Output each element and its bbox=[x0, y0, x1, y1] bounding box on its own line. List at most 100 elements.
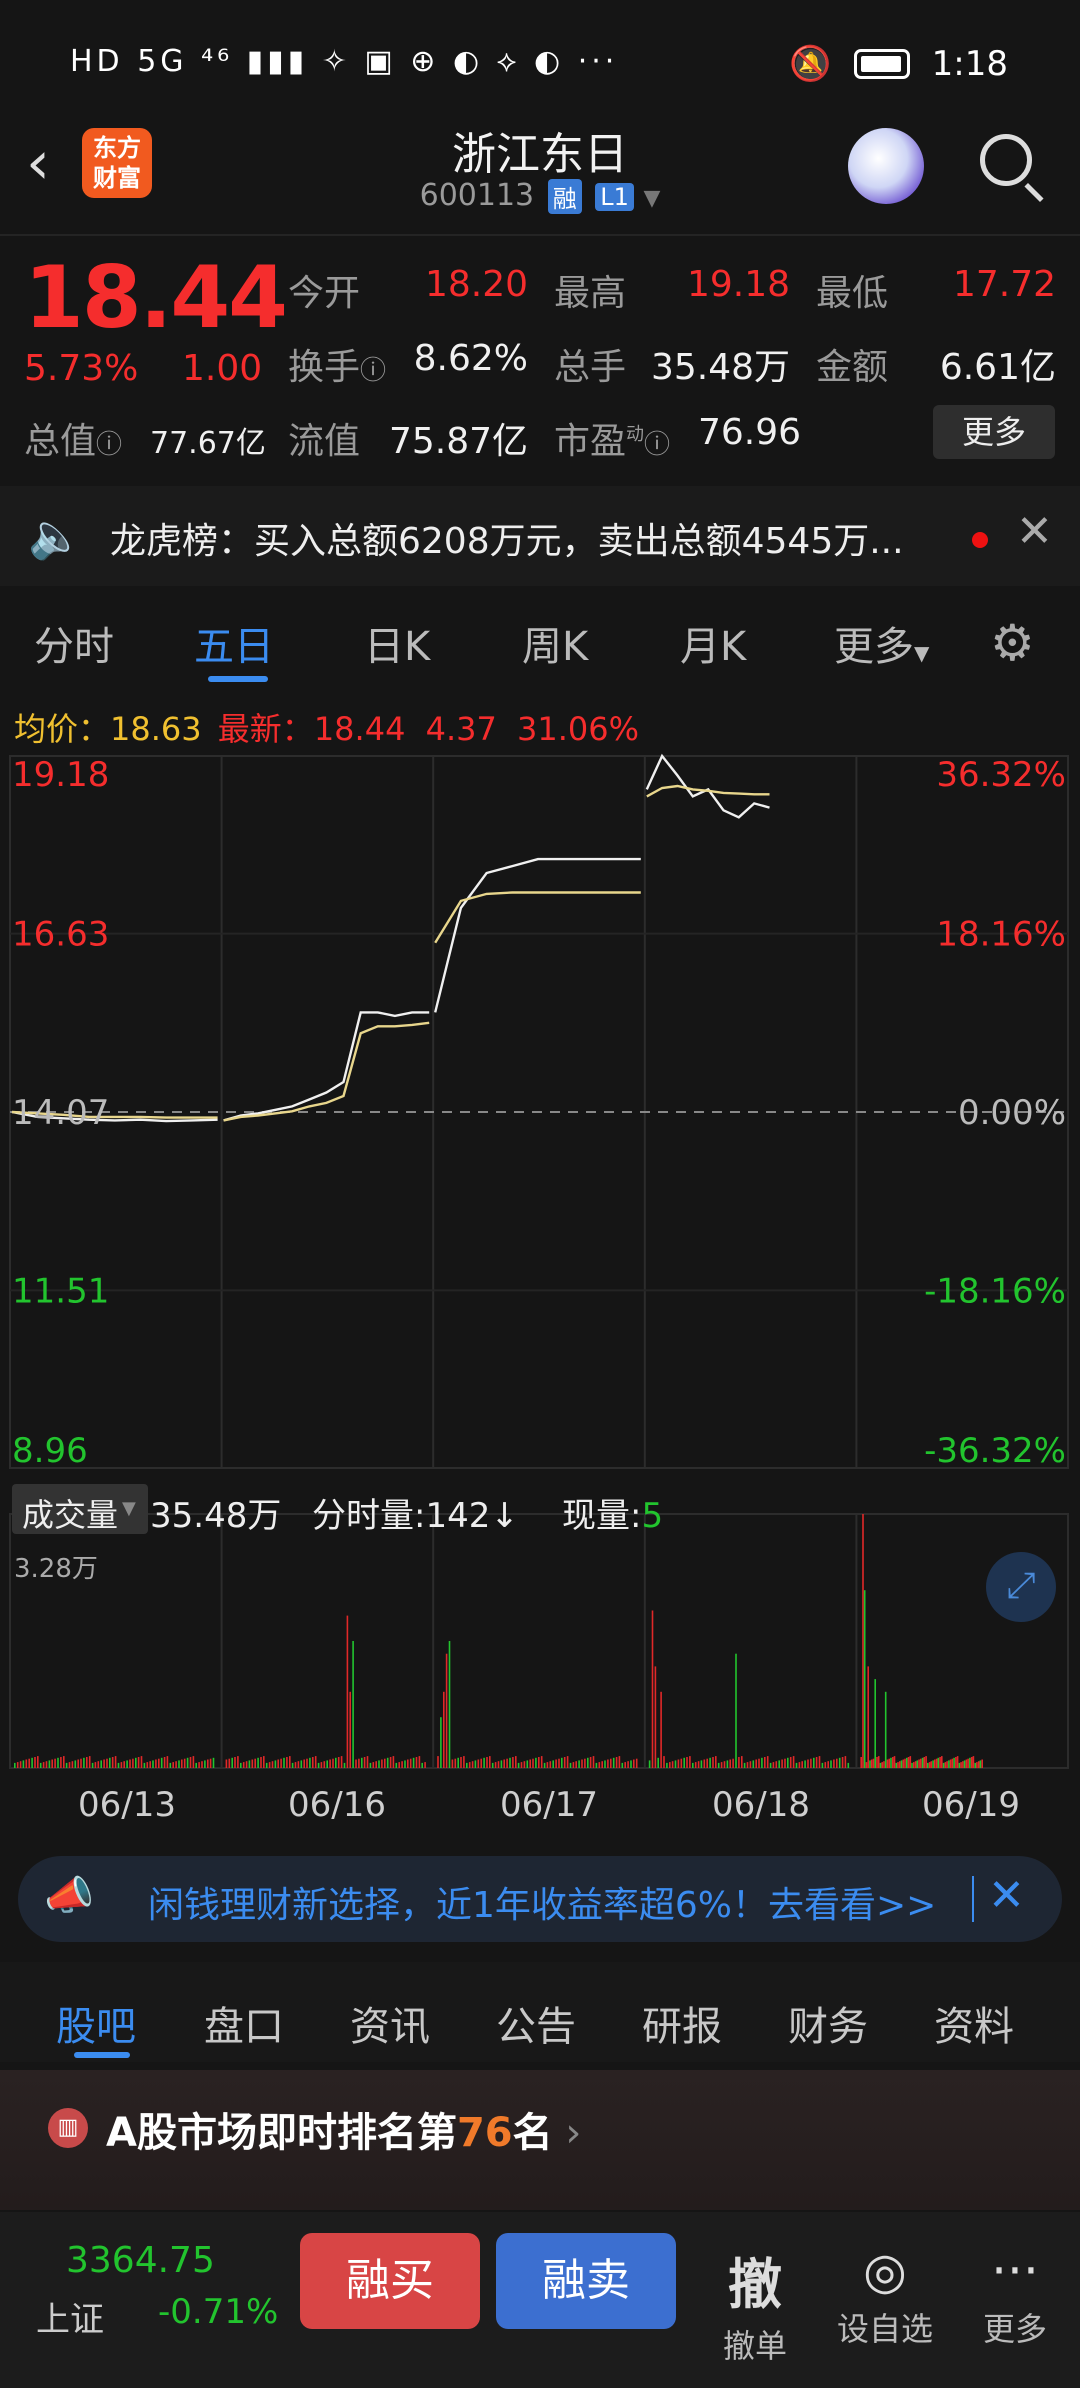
volume-bar bbox=[881, 1762, 883, 1768]
volume-bar bbox=[195, 1762, 197, 1768]
volume-bar bbox=[240, 1762, 242, 1768]
volume-bar bbox=[520, 1762, 523, 1768]
tab-intraday[interactable]: 分时 bbox=[34, 614, 114, 672]
tab-more[interactable]: 更多▼ bbox=[834, 614, 929, 672]
volume-bar bbox=[674, 1760, 677, 1768]
date-label: 06/17 bbox=[500, 1785, 598, 1825]
volume-bar bbox=[869, 1760, 871, 1768]
expand-icon[interactable]: ⤢ bbox=[986, 1552, 1056, 1622]
margin-sell-button[interactable]: 融卖 bbox=[496, 2233, 676, 2329]
tab-finance[interactable]: 财务 bbox=[788, 1994, 868, 2052]
volume-bar bbox=[132, 1758, 134, 1768]
volume-bar bbox=[789, 1757, 792, 1768]
date-label: 06/18 bbox=[712, 1785, 810, 1825]
volume-bar bbox=[149, 1761, 151, 1768]
volume-bar bbox=[572, 1762, 575, 1768]
volume-bar bbox=[86, 1757, 88, 1768]
volume-bar bbox=[872, 1758, 875, 1768]
volume-bar bbox=[372, 1762, 375, 1768]
volume-bar bbox=[669, 1762, 671, 1768]
chart-tabs: 分时 五日 日K 周K 月K 更多▼ ⚙ bbox=[0, 600, 1080, 682]
volume-bar bbox=[378, 1760, 380, 1768]
volume-bar bbox=[51, 1759, 53, 1768]
promo-banner[interactable]: 📣 闲钱理财新选择，近1年收益率超6%！去看看>> ✕ bbox=[18, 1856, 1062, 1942]
tab-daily-k[interactable]: 日K bbox=[364, 614, 430, 672]
volume-bar bbox=[563, 1757, 566, 1768]
volume-bar bbox=[906, 1757, 908, 1768]
volume-bar bbox=[483, 1757, 485, 1768]
cancel-order-button[interactable]: 撤 撤单 bbox=[700, 2240, 810, 2367]
assistant-robot-icon[interactable] bbox=[848, 128, 924, 204]
volume-bar bbox=[566, 1756, 569, 1768]
battery-icon bbox=[853, 49, 910, 79]
volume-bar bbox=[743, 1762, 746, 1768]
volume-selector[interactable]: 成交量 ▼ bbox=[12, 1484, 148, 1534]
volume-bar bbox=[706, 1758, 708, 1768]
tab-pankou[interactable]: 盘口 bbox=[204, 1994, 284, 2052]
volume-bar bbox=[74, 1760, 77, 1768]
volume-bar bbox=[466, 1762, 468, 1768]
volume-bar bbox=[709, 1757, 711, 1768]
volume-bar bbox=[630, 1760, 632, 1768]
volume-value: 35.48万 bbox=[650, 347, 790, 388]
notice-bar[interactable]: 🔈 龙虎榜：买入总额6208万元，卖出总额4545万... ✕ bbox=[0, 486, 1080, 586]
volume-bar bbox=[558, 1758, 560, 1768]
volume-bar bbox=[480, 1758, 482, 1768]
volume-bar bbox=[746, 1762, 749, 1768]
volume-bar bbox=[45, 1761, 48, 1768]
amount-value: 6.61亿 bbox=[939, 347, 1056, 388]
volume-bar bbox=[91, 1762, 94, 1768]
volume-bar bbox=[515, 1756, 517, 1768]
volume-bar bbox=[689, 1756, 691, 1768]
close-icon[interactable]: ✕ bbox=[1016, 506, 1053, 557]
close-icon[interactable]: ✕ bbox=[988, 1870, 1025, 1921]
tab-guba[interactable]: 股吧 bbox=[56, 1994, 136, 2052]
volume-bar bbox=[928, 1762, 931, 1768]
tab-research[interactable]: 研报 bbox=[642, 1994, 722, 2052]
tab-profile[interactable]: 资料 bbox=[934, 1994, 1014, 2052]
volume-bar bbox=[263, 1756, 265, 1768]
add-favorite-button[interactable]: ◎ 设自选 bbox=[830, 2240, 940, 2350]
volume-bar bbox=[810, 1758, 812, 1768]
volume-bar bbox=[538, 1757, 540, 1768]
volume-bar bbox=[320, 1762, 323, 1768]
volume-bar bbox=[635, 1758, 638, 1768]
volume-bar bbox=[552, 1760, 554, 1768]
volume-bar bbox=[37, 1756, 39, 1768]
volume-bar bbox=[123, 1761, 125, 1768]
volume-bar bbox=[951, 1758, 954, 1768]
volume-bar bbox=[944, 1762, 947, 1768]
volume-bar bbox=[407, 1759, 409, 1768]
volume-bar bbox=[592, 1756, 595, 1768]
open-label: 今开 bbox=[288, 273, 361, 314]
active-tab-indicator bbox=[208, 676, 268, 682]
last-price: 18.44 bbox=[24, 248, 288, 348]
volume-bar bbox=[907, 1757, 910, 1768]
volume-bar bbox=[198, 1762, 200, 1768]
tab-news[interactable]: 资讯 bbox=[350, 1994, 430, 2052]
volume-bar bbox=[135, 1757, 137, 1768]
price-chart[interactable]: 19.18 36.32% 16.63 18.16% 14.07 0.00% 11.51 -18… bbox=[0, 750, 1080, 1785]
volume-bar bbox=[807, 1759, 809, 1768]
volume-bar bbox=[418, 1756, 421, 1768]
volume-bar bbox=[772, 1762, 775, 1768]
tab-five-day[interactable]: 五日 bbox=[194, 614, 274, 672]
tab-weekly-k[interactable]: 周K bbox=[522, 614, 588, 672]
volume-bar bbox=[627, 1761, 629, 1768]
volume-bar bbox=[468, 1762, 471, 1768]
volume-bar bbox=[114, 1756, 117, 1768]
chevron-down-icon[interactable]: ▼ bbox=[643, 186, 660, 211]
price-change: 1.00 bbox=[182, 348, 263, 389]
margin-buy-button[interactable]: 融买 bbox=[300, 2233, 480, 2329]
tab-announcements[interactable]: 公告 bbox=[496, 1994, 576, 2052]
volume-bar bbox=[317, 1762, 320, 1768]
more-menu-button[interactable]: ··· 更多 bbox=[960, 2240, 1070, 2350]
index-value[interactable]: 3364.75 bbox=[66, 2240, 215, 2281]
more-button[interactable]: 更多 bbox=[933, 405, 1055, 459]
volume-bar bbox=[349, 1691, 351, 1768]
search-icon[interactable] bbox=[980, 134, 1032, 186]
settings-gear-icon[interactable]: ⚙ bbox=[990, 614, 1035, 672]
tab-monthly-k[interactable]: 月K bbox=[680, 614, 746, 672]
rank-card[interactable]: ▥ A股市场即时排名第76名 › bbox=[0, 2070, 1080, 2210]
speaker-icon: 🔈 bbox=[28, 511, 83, 562]
